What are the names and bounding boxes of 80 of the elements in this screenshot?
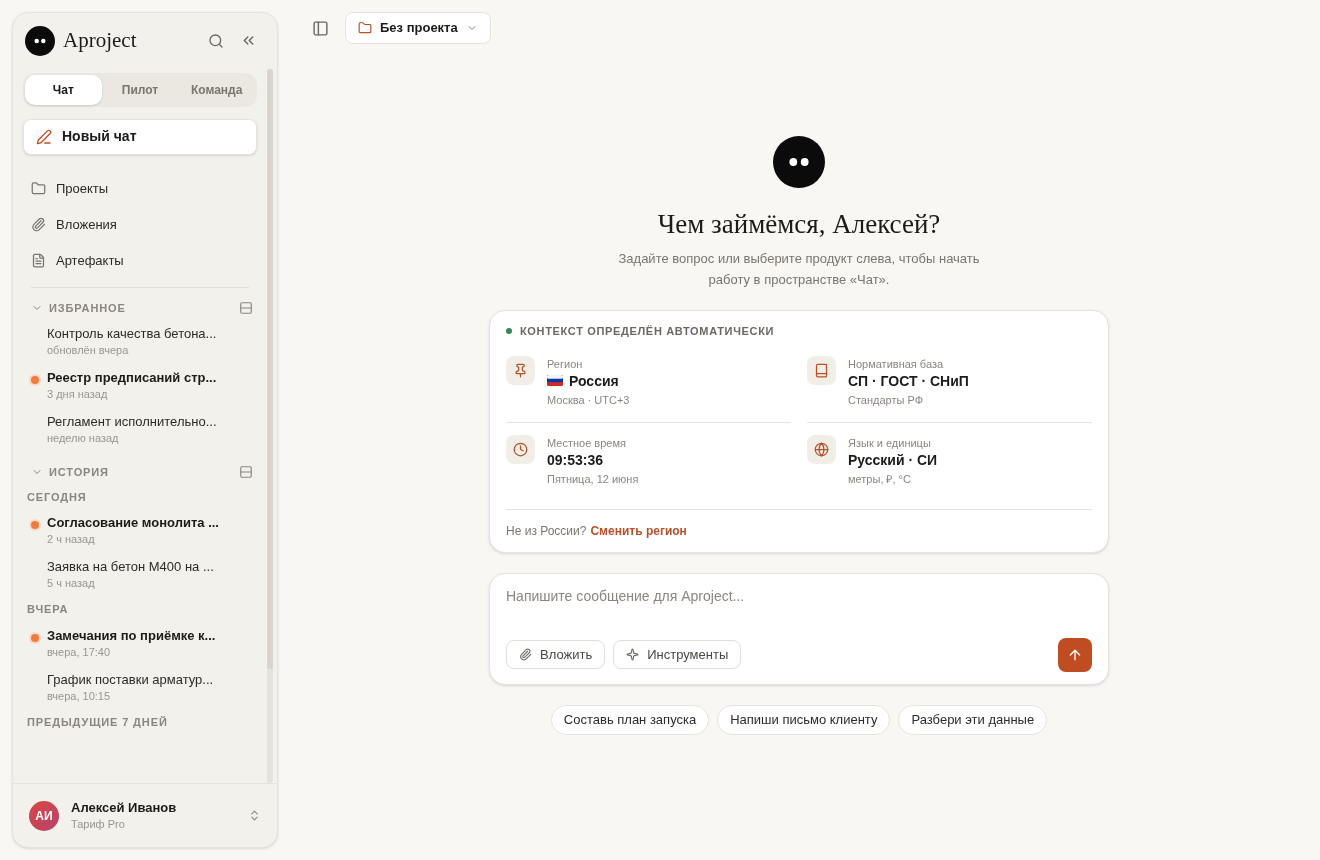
rows-icon[interactable] bbox=[239, 300, 253, 315]
user-plan: Тариф Pro bbox=[71, 816, 126, 832]
chat-title: Заявка на бетон М400 на ... bbox=[47, 559, 214, 575]
expand-icon[interactable] bbox=[248, 809, 261, 822]
nav-item[interactable]: Артефакты bbox=[23, 242, 257, 279]
chat-item[interactable]: Регламент исполнительно... неделю назад bbox=[23, 408, 257, 452]
chat-title: Согласование монолита ... bbox=[47, 515, 219, 531]
document-icon bbox=[31, 253, 46, 268]
context-note: метры, ₽, °C bbox=[848, 471, 912, 487]
brand-name: Aproject bbox=[63, 27, 137, 54]
chat-item[interactable]: Реестр предписаний стр... 3 дня назад bbox=[23, 364, 257, 408]
avatar[interactable]: АИ bbox=[29, 800, 59, 831]
suggestion-chip[interactable]: Составь план запуска bbox=[550, 704, 710, 735]
change-region-link[interactable]: Сменить регион bbox=[590, 521, 687, 540]
chat-time: вчера, 10:15 bbox=[47, 688, 112, 704]
context-value: Россия bbox=[569, 371, 619, 390]
folder-icon bbox=[31, 181, 46, 196]
context-title: КОНТЕКСТ ОПРЕДЕЛЁН АВТОМАТИЧЕСКИ bbox=[520, 324, 775, 339]
project-selector[interactable]: Без проекта bbox=[345, 12, 491, 44]
search-icon[interactable] bbox=[208, 32, 224, 49]
context-label: Регион bbox=[547, 356, 584, 372]
nav-item[interactable]: Вложения bbox=[23, 206, 257, 243]
sidebar-toggle-icon[interactable] bbox=[312, 19, 329, 37]
suggestion-chip[interactable]: Напиши письмо клиенту bbox=[717, 704, 891, 735]
chat-title: График поставки арматур... bbox=[47, 671, 214, 688]
region-hint: Не из России? bbox=[506, 522, 587, 540]
chat-title: Регламент исполнительно... bbox=[47, 414, 217, 430]
context-label: Нормативная база bbox=[848, 356, 945, 372]
folder-icon bbox=[358, 21, 372, 35]
chat-item[interactable]: Заявка на бетон М400 на ... 5 ч назад bbox=[23, 553, 257, 597]
context-value: Русский · СИ bbox=[848, 450, 938, 469]
tab[interactable]: Команда bbox=[178, 74, 255, 105]
chat-time: обновлён вчера bbox=[47, 343, 130, 358]
chat-time: 3 дня назад bbox=[47, 387, 109, 402]
context-label: Местное время bbox=[547, 435, 627, 451]
chat-time: 2 ч назад bbox=[47, 532, 96, 547]
rows-icon[interactable] bbox=[239, 465, 253, 480]
sparkle-icon bbox=[626, 648, 640, 661]
tab[interactable]: Чат bbox=[25, 74, 102, 105]
send-button[interactable] bbox=[1058, 637, 1092, 672]
chat-time: неделю назад bbox=[47, 431, 120, 446]
chat-time: 5 ч назад bbox=[47, 576, 96, 591]
chat-title: Контроль качества бетона... bbox=[47, 326, 217, 342]
logo-icon bbox=[25, 25, 55, 56]
book-icon bbox=[814, 362, 829, 378]
chat-item[interactable]: Контроль качества бетона... обновлён вчера bbox=[23, 320, 257, 364]
globe-icon bbox=[814, 441, 829, 457]
context-value: СП · ГОСТ · СНиП bbox=[848, 371, 969, 390]
new-chat-button[interactable]: Новый чат bbox=[23, 118, 257, 155]
flag-icon bbox=[547, 375, 563, 386]
chat-item[interactable]: Согласование монолита ... 2 ч назад bbox=[23, 509, 257, 553]
chat-item[interactable]: Замечания по приёмке к... вчера, 17:40 bbox=[23, 621, 257, 666]
suggestion-chip[interactable]: Разбери эти данные bbox=[898, 704, 1048, 735]
context-note: Стандарты РФ bbox=[848, 392, 925, 408]
clock-icon bbox=[513, 441, 528, 457]
welcome-heading: Чем займёмся, Алексей? bbox=[657, 208, 941, 240]
message-input[interactable]: Напишите сообщение для Aproject... bbox=[506, 585, 1092, 607]
chat-title: Замечания по приёмке к... bbox=[47, 627, 216, 644]
group-label: СЕГОДНЯ bbox=[26, 489, 88, 505]
tab[interactable]: Пилот bbox=[101, 74, 179, 105]
chat-item[interactable]: График поставки арматур... вчера, 10:15 bbox=[23, 665, 257, 710]
context-note: Пятница, 12 июня bbox=[547, 471, 639, 487]
tools-button[interactable]: Инструменты bbox=[613, 640, 742, 669]
context-note: Москва · UTC+3 bbox=[547, 392, 630, 408]
nav-item[interactable]: Проекты bbox=[23, 170, 257, 207]
scrollbar[interactable] bbox=[267, 68, 273, 783]
attachment-icon bbox=[31, 217, 46, 232]
user-name: Алексей Иванов bbox=[71, 799, 178, 816]
group-label: ПРЕДЫДУЩИЕ 7 ДНЕЙ bbox=[26, 714, 169, 730]
welcome-subtitle: Задайте вопрос или выберите продукт слева, чтобы начать работу в пространстве «Чат». bbox=[617, 250, 981, 289]
pen-icon bbox=[36, 128, 52, 145]
pin-icon bbox=[513, 362, 528, 378]
context-value: 09:53:36 bbox=[547, 450, 604, 469]
chat-title: Реестр предписаний стр... bbox=[47, 370, 217, 386]
context-label: Язык и единицы bbox=[848, 435, 932, 451]
logo-icon bbox=[773, 136, 825, 188]
paperclip-icon bbox=[519, 648, 532, 661]
chat-time: вчера, 17:40 bbox=[47, 644, 112, 660]
attach-button[interactable]: Вложить bbox=[506, 640, 606, 669]
group-label: ВЧЕРА bbox=[26, 602, 70, 617]
